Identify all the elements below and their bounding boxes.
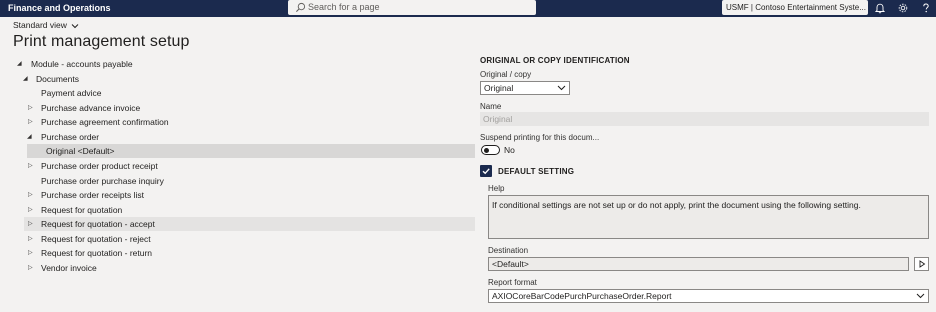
tree-node-module[interactable]: ◢ Module - accounts payable	[14, 57, 475, 71]
tree-node-label: Purchase order purchase inquiry	[41, 176, 164, 186]
tree-node-selected[interactable]: Original <Default>	[27, 144, 475, 158]
checkmark-icon	[482, 168, 490, 175]
original-copy-value: Original	[484, 83, 514, 93]
collapsed-triangle-icon[interactable]: ▷	[28, 188, 33, 202]
collapsed-triangle-icon[interactable]: ▷	[28, 115, 33, 129]
play-icon	[919, 260, 926, 268]
tree-node-label: Request for quotation - reject	[41, 234, 151, 244]
collapsed-triangle-icon[interactable]: ▷	[28, 203, 33, 217]
section-title-identification: ORIGINAL OR COPY IDENTIFICATION	[480, 56, 630, 65]
gear-icon[interactable]	[897, 2, 909, 14]
default-setting-checkbox[interactable]	[480, 165, 492, 177]
destination-button[interactable]	[914, 257, 929, 271]
help-icon[interactable]	[920, 2, 932, 14]
search-icon	[295, 2, 306, 13]
tree-node-label: Request for quotation - return	[41, 248, 153, 258]
tree-node-item[interactable]: ▷ Purchase order receipts list	[24, 188, 475, 202]
report-format-label: Report format	[488, 278, 537, 287]
tree-node-label: Purchase advance invoice	[41, 103, 141, 113]
tree-node-label: Module - accounts payable	[31, 59, 133, 69]
suspend-printing-label: Suspend printing for this docum...	[480, 133, 600, 142]
help-label: Help	[488, 184, 505, 193]
tree-node-label: Vendor invoice	[41, 263, 97, 273]
original-copy-label: Original / copy	[480, 70, 532, 79]
tree-node-item[interactable]: ▷ Request for quotation - reject	[24, 232, 475, 246]
search-box[interactable]: Search for a page	[288, 0, 536, 15]
tree-node-item[interactable]: ◢ Purchase order	[24, 130, 475, 144]
tree-node-label: Purchase order receipts list	[41, 190, 144, 200]
chevron-down-icon	[557, 85, 566, 91]
suspend-printing-toggle[interactable]	[481, 145, 500, 155]
tree-node-item[interactable]: ▷ Purchase order product receipt	[24, 159, 475, 173]
name-label: Name	[480, 102, 502, 111]
tree-node-item[interactable]: ▷ Request for quotation	[24, 203, 475, 217]
collapsed-triangle-icon[interactable]: ▷	[28, 261, 33, 275]
tree-node-item[interactable]: Payment advice	[24, 86, 475, 100]
expanded-triangle-icon[interactable]: ◢	[17, 57, 22, 71]
page-title: Print management setup	[13, 33, 190, 50]
tree-node-item[interactable]: ▷ Vendor invoice	[24, 261, 475, 275]
collapsed-triangle-icon[interactable]: ▷	[28, 217, 33, 231]
chevron-down-icon	[71, 23, 79, 28]
app-title[interactable]: Finance and Operations	[8, 3, 111, 13]
toggle-knob	[484, 148, 489, 153]
report-format-dropdown[interactable]: AXIOCoreBarCodePurchPurchaseOrder.Report	[488, 289, 929, 303]
tree-node-label: Request for quotation - accept	[41, 219, 155, 229]
tree-node-item[interactable]: ▷ Purchase advance invoice	[24, 101, 475, 115]
view-label: Standard view	[13, 20, 67, 30]
collapsed-triangle-icon[interactable]: ▷	[28, 232, 33, 246]
destination-label: Destination	[488, 246, 529, 255]
tree-node-label: Purchase agreement confirmation	[41, 117, 169, 127]
chevron-down-icon	[916, 293, 925, 299]
default-setting-title: DEFAULT SETTING	[498, 167, 575, 176]
tree-node-item[interactable]: ▷ Request for quotation - return	[24, 246, 475, 260]
bell-icon[interactable]	[874, 2, 886, 14]
destination-field: <Default>	[488, 257, 909, 271]
tree-node-documents[interactable]: ◢ Documents	[20, 72, 475, 86]
tree-node-label: Payment advice	[41, 88, 102, 98]
expanded-triangle-icon[interactable]: ◢	[23, 72, 28, 86]
expanded-triangle-icon[interactable]: ◢	[27, 130, 32, 144]
name-field: Original	[480, 112, 929, 126]
tree-node-label: Purchase order	[41, 132, 100, 142]
tree-node-item[interactable]: ▷ Request for quotation - accept	[24, 217, 475, 231]
company-selector[interactable]: USMF | Contoso Entertainment Syste...	[722, 0, 868, 15]
top-navigation-bar: Finance and Operations Search for a page…	[0, 0, 936, 17]
tree-node-label: Documents	[36, 74, 79, 84]
help-text-area: If conditional settings are not set up o…	[488, 195, 929, 239]
search-placeholder: Search for a page	[308, 2, 380, 12]
collapsed-triangle-icon[interactable]: ▷	[28, 159, 33, 173]
original-copy-dropdown[interactable]: Original	[480, 81, 570, 95]
tree-node-label: Purchase order product receipt	[41, 161, 158, 171]
report-format-value: AXIOCoreBarCodePurchPurchaseOrder.Report	[492, 291, 672, 301]
collapsed-triangle-icon[interactable]: ▷	[28, 246, 33, 260]
tree-node-label: Original <Default>	[46, 146, 115, 156]
tree-node-item[interactable]: Purchase order purchase inquiry	[24, 174, 475, 188]
view-selector[interactable]: Standard view	[13, 20, 79, 30]
tree-node-label: Request for quotation	[41, 205, 123, 215]
collapsed-triangle-icon[interactable]: ▷	[28, 101, 33, 115]
suspend-printing-value: No	[504, 145, 515, 155]
tree-node-item[interactable]: ▷ Purchase agreement confirmation	[24, 115, 475, 129]
